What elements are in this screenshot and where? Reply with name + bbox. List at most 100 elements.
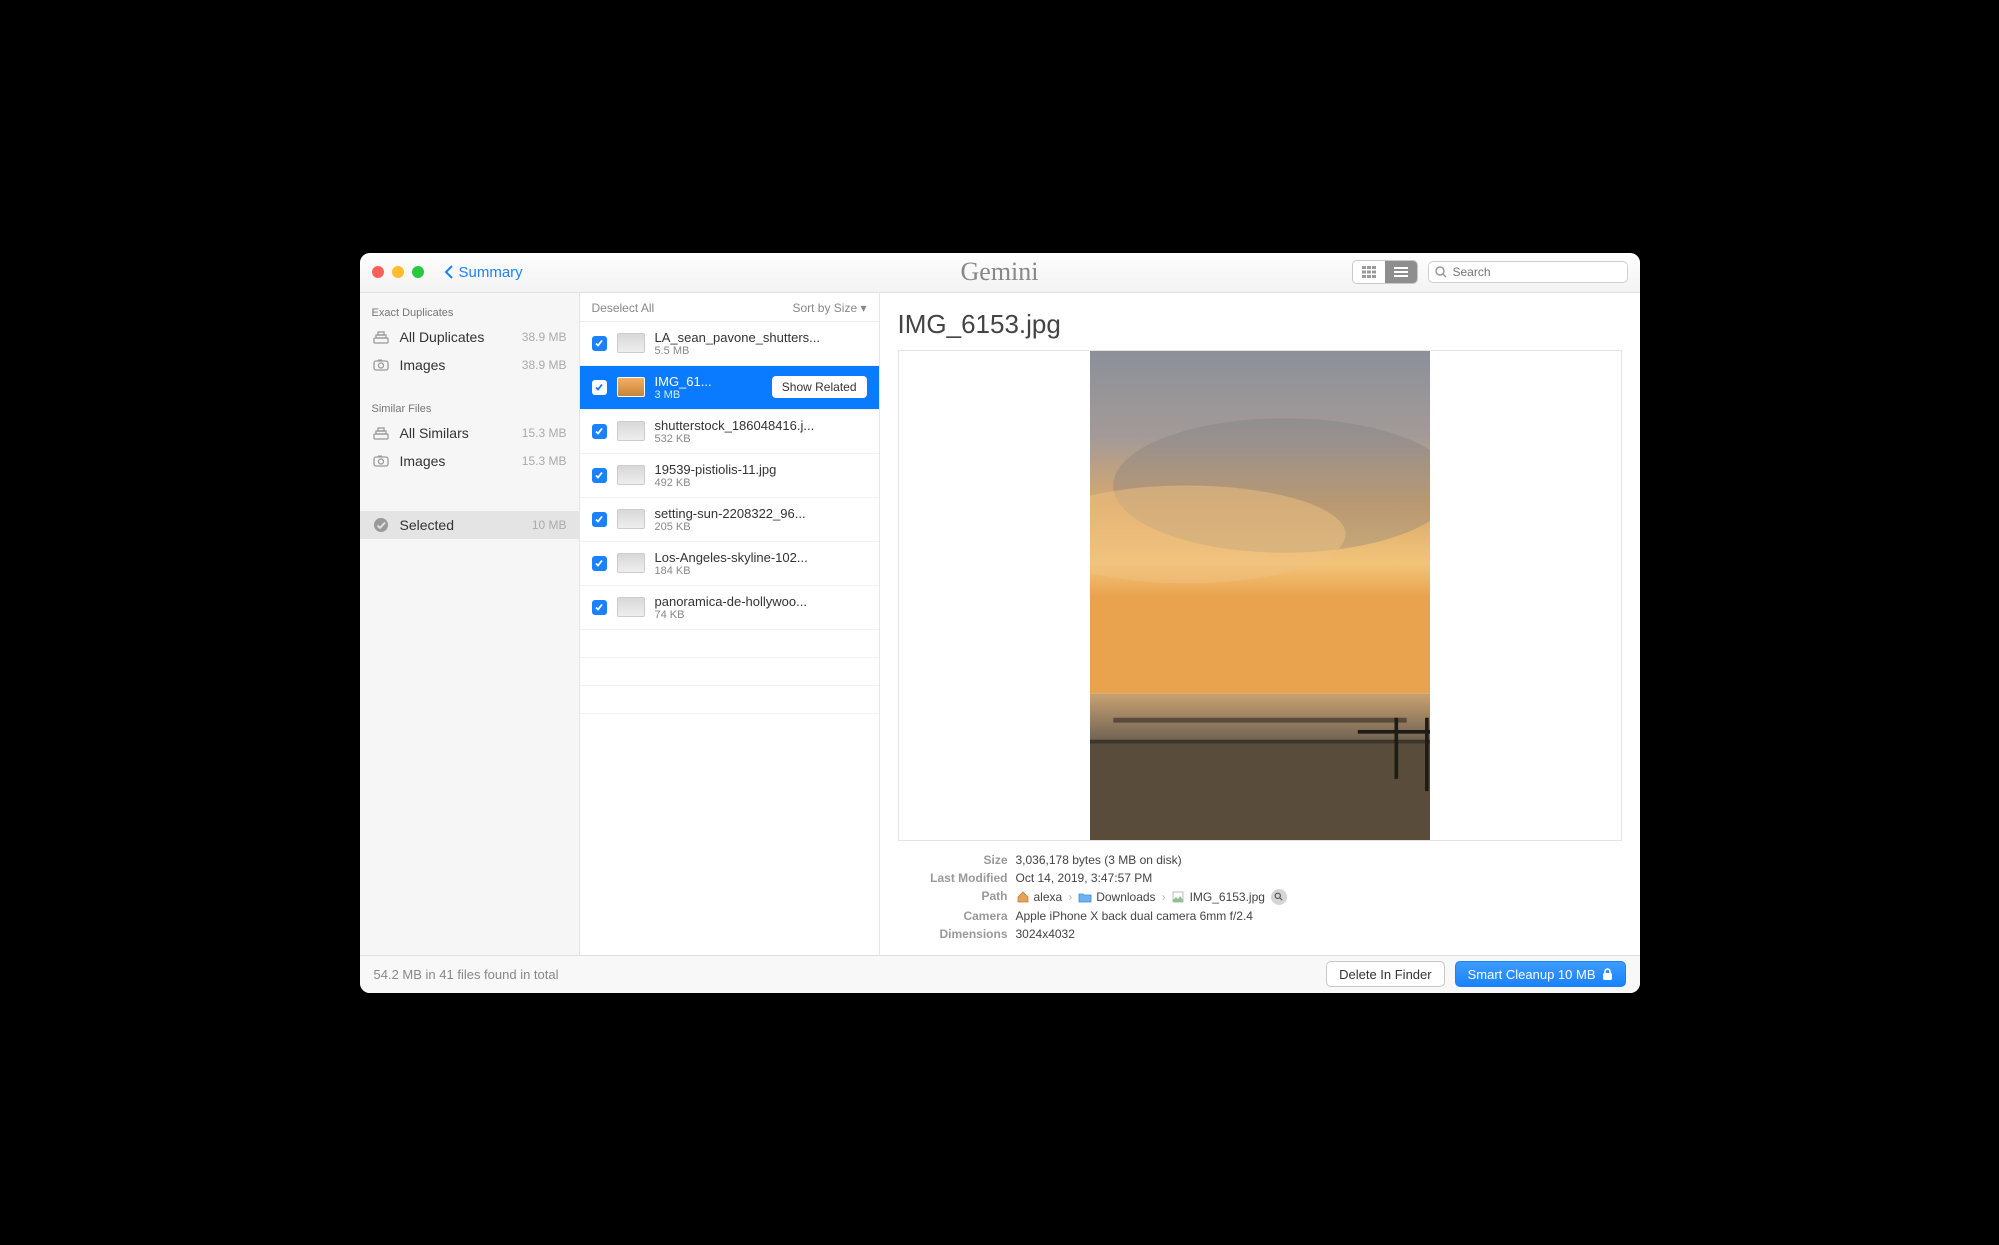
footer-summary: 54.2 MB in 41 files found in total [374, 967, 559, 982]
row-thumbnail [617, 333, 645, 353]
check-circle-icon [372, 517, 390, 533]
file-list-empty-row [580, 686, 879, 714]
sidebar-item-label: Images [400, 453, 512, 469]
file-row[interactable]: Los-Angeles-skyline-102...184 KB [580, 542, 879, 586]
detail-label-dimensions: Dimensions [898, 927, 1008, 941]
stack-icon [372, 426, 390, 440]
sidebar-item-label: All Duplicates [400, 329, 512, 345]
show-related-button[interactable]: Show Related [772, 376, 867, 398]
sidebar-item-all-duplicates[interactable]: All Duplicates 38.9 MB [360, 323, 579, 351]
sidebar-section-exact: Exact Duplicates [360, 301, 579, 323]
sidebar-item-images-sim[interactable]: Images 15.3 MB [360, 447, 579, 475]
row-thumbnail [617, 421, 645, 441]
sidebar-item-images-dup[interactable]: Images 38.9 MB [360, 351, 579, 379]
row-checkbox[interactable] [592, 424, 607, 439]
sort-menu[interactable]: Sort by Size ▾ [792, 301, 866, 315]
sidebar-section-similar: Similar Files [360, 397, 579, 419]
list-icon [1394, 266, 1408, 278]
row-checkbox[interactable] [592, 336, 607, 351]
close-window-button[interactable] [372, 266, 384, 278]
titlebar-right [1352, 260, 1628, 284]
detail-label-size: Size [898, 853, 1008, 867]
file-list-empty-row [580, 630, 879, 658]
lock-icon [1602, 968, 1613, 981]
detail-label-camera: Camera [898, 909, 1008, 923]
row-checkbox[interactable] [592, 556, 607, 571]
search-input[interactable] [1453, 265, 1621, 279]
row-meta: 19539-pistiolis-11.jpg492 KB [655, 462, 867, 489]
deselect-all-button[interactable]: Deselect All [592, 301, 655, 315]
titlebar: Summary Gemini [360, 253, 1640, 293]
file-row[interactable]: IMG_61...3 MB Show Related [580, 366, 879, 410]
main-area: Exact Duplicates All Duplicates 38.9 MB … [360, 293, 1640, 955]
view-mode-toggle [1352, 260, 1418, 284]
reveal-in-finder-button[interactable] [1271, 889, 1287, 905]
row-meta: panoramica-de-hollywoo...74 KB [655, 594, 867, 621]
chevron-left-icon [444, 265, 453, 279]
file-row[interactable]: LA_sean_pavone_shutters...5.5 MB [580, 322, 879, 366]
row-checkbox[interactable] [592, 380, 607, 395]
row-checkbox[interactable] [592, 468, 607, 483]
grid-view-button[interactable] [1353, 261, 1385, 283]
file-list-header: Deselect All Sort by Size ▾ [580, 293, 879, 322]
preview-image-container [898, 350, 1622, 841]
back-label: Summary [459, 264, 523, 281]
row-filesize: 5.5 MB [655, 345, 867, 357]
row-filename: IMG_61... [655, 374, 762, 389]
row-checkbox[interactable] [592, 600, 607, 615]
preview-details: Size 3,036,178 bytes (3 MB on disk) Last… [898, 841, 1622, 955]
sidebar-item-selected[interactable]: Selected 10 MB [360, 511, 579, 539]
row-thumbnail [617, 465, 645, 485]
detail-label-modified: Last Modified [898, 871, 1008, 885]
sidebar-item-label: Images [400, 357, 512, 373]
detail-value-size: 3,036,178 bytes (3 MB on disk) [1016, 853, 1622, 867]
back-to-summary-button[interactable]: Summary [444, 264, 523, 281]
row-meta: IMG_61...3 MB [655, 374, 762, 401]
row-filename: setting-sun-2208322_96... [655, 506, 867, 521]
search-icon [1435, 266, 1447, 278]
sidebar-item-all-similars[interactable]: All Similars 15.3 MB [360, 419, 579, 447]
row-filename: 19539-pistiolis-11.jpg [655, 462, 867, 477]
detail-value-path: alexa › Downloads › IMG_6153.jpg [1016, 889, 1622, 905]
file-row[interactable]: shutterstock_186048416.j...532 KB [580, 410, 879, 454]
row-checkbox[interactable] [592, 512, 607, 527]
row-filesize: 74 KB [655, 609, 867, 621]
grid-icon [1362, 266, 1376, 278]
delete-in-finder-button[interactable]: Delete In Finder [1326, 961, 1445, 987]
list-view-button[interactable] [1385, 261, 1417, 283]
sidebar-item-size: 15.3 MB [522, 454, 567, 468]
minimize-window-button[interactable] [392, 266, 404, 278]
row-meta: Los-Angeles-skyline-102...184 KB [655, 550, 867, 577]
path-segment-home[interactable]: alexa [1016, 890, 1063, 904]
folder-icon [1078, 891, 1092, 903]
sidebar-item-size: 10 MB [532, 518, 567, 532]
preview-title: IMG_6153.jpg [898, 309, 1622, 340]
detail-value-dimensions: 3024x4032 [1016, 927, 1622, 941]
home-icon [1016, 891, 1030, 903]
row-filesize: 184 KB [655, 565, 867, 577]
app-window: Summary Gemini [360, 253, 1640, 993]
path-segment-folder[interactable]: Downloads [1078, 890, 1155, 904]
sidebar-item-label: Selected [400, 517, 522, 533]
detail-label-path: Path [898, 889, 1008, 905]
file-list-rows[interactable]: LA_sean_pavone_shutters...5.5 MBIMG_61..… [580, 322, 879, 955]
row-filename: shutterstock_186048416.j... [655, 418, 867, 433]
row-thumbnail [617, 553, 645, 573]
path-segment-file[interactable]: IMG_6153.jpg [1172, 890, 1265, 904]
file-row[interactable]: panoramica-de-hollywoo...74 KB [580, 586, 879, 630]
preview-panel: IMG_6153.jpg [880, 293, 1640, 955]
search-icon [1274, 892, 1283, 901]
row-filename: LA_sean_pavone_shutters... [655, 330, 867, 345]
file-list-empty-row [580, 658, 879, 686]
sidebar-item-size: 38.9 MB [522, 330, 567, 344]
image-file-icon [1172, 891, 1186, 903]
row-filename: Los-Angeles-skyline-102... [655, 550, 867, 565]
file-row[interactable]: 19539-pistiolis-11.jpg492 KB [580, 454, 879, 498]
zoom-window-button[interactable] [412, 266, 424, 278]
smart-cleanup-button[interactable]: Smart Cleanup 10 MB [1455, 961, 1626, 987]
detail-value-modified: Oct 14, 2019, 3:47:57 PM [1016, 871, 1622, 885]
app-logo: Gemini [961, 257, 1039, 287]
path-separator: › [1162, 890, 1166, 904]
search-field[interactable] [1428, 261, 1628, 283]
file-row[interactable]: setting-sun-2208322_96...205 KB [580, 498, 879, 542]
